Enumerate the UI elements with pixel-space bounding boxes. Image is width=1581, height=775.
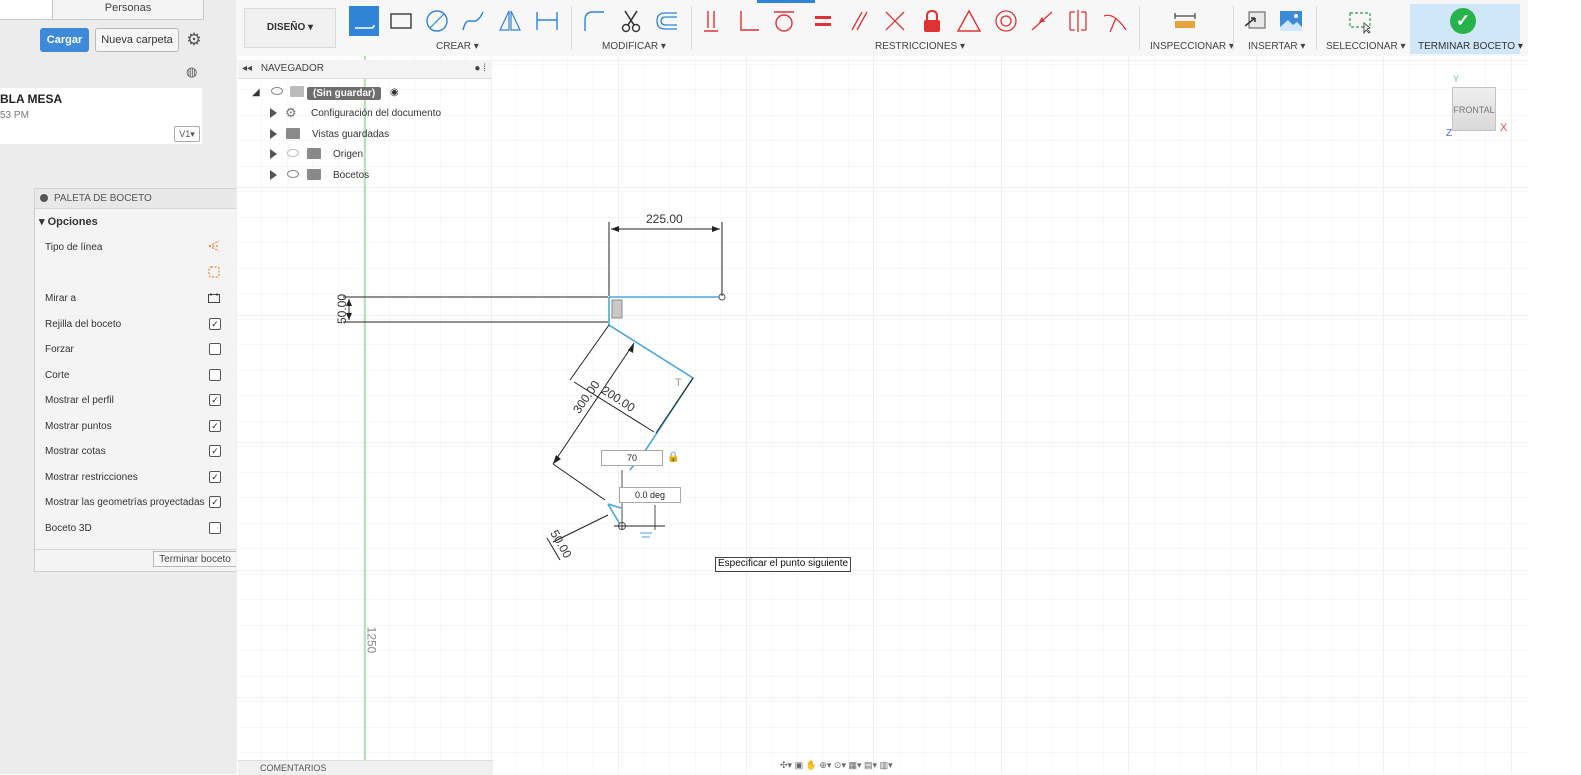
zoom-icon[interactable]: ⊕▾	[819, 760, 831, 770]
comments-title: COMENTARIOS	[260, 763, 327, 773]
navigator-item[interactable]: Origen	[238, 146, 492, 164]
viewcube[interactable]: FRONTAL	[1452, 87, 1496, 131]
navigation-toolbar[interactable]: ✣▾ ▣ ✋ ⊕▾ ⊙▾ ▦▾ ▤▾ ▥▾	[780, 760, 980, 774]
navigator-title: NAVEGADOR	[260, 63, 324, 74]
pan-icon[interactable]: ✋	[806, 760, 817, 770]
folder-icon	[307, 148, 321, 159]
expand-triangle-icon[interactable]	[270, 149, 277, 159]
activate-icon[interactable]: ◉	[390, 87, 399, 98]
eye-icon[interactable]	[271, 87, 283, 95]
navigator-item[interactable]: Vistas guardadas	[238, 126, 492, 144]
gear-icon: ⚙	[285, 105, 297, 120]
navigator-item-label: Origen	[333, 149, 364, 160]
angle-input[interactable]: 0.0 deg	[619, 487, 681, 503]
dimension-top[interactable]: 225.00	[646, 212, 683, 226]
grid-settings-icon[interactable]: ▤▾	[864, 760, 877, 770]
navigator-root-label: (Sin guardar)	[307, 87, 382, 100]
navigator-item-label: Vistas guardadas	[312, 129, 390, 140]
collapse-left-icon[interactable]: ◂◂	[242, 63, 252, 74]
collapse-triangle-icon[interactable]: ◢	[252, 87, 260, 98]
cursor-tooltip: Especificar el punto siguiente	[715, 557, 852, 572]
eye-hidden-icon[interactable]	[287, 149, 299, 157]
viewcube-axis-x: X	[1500, 122, 1508, 134]
orbit-icon[interactable]: ✣▾	[780, 760, 792, 770]
folder-icon	[286, 128, 300, 139]
viewcube-face: FRONTAL	[1453, 105, 1495, 115]
navigator-item-label: Configuración del documento	[311, 108, 442, 119]
navigator-item[interactable]: Bocetos	[238, 167, 492, 185]
dimension-vertical: 1250	[364, 626, 379, 654]
dimension-left[interactable]: 50.00	[335, 294, 349, 324]
navigator-item[interactable]: ⚙ Configuración del documento	[238, 105, 492, 123]
document-icon	[290, 86, 304, 97]
navigator-root[interactable]: ◢ (Sin guardar) ◉	[238, 84, 492, 102]
lock-icon[interactable]: 🔒	[667, 452, 679, 463]
viewcube-axis-y: Y	[1453, 74, 1460, 84]
folder-icon	[307, 169, 321, 180]
viewports-icon[interactable]: ▥▾	[880, 760, 893, 770]
navigator-header[interactable]: ◂◂ NAVEGADOR ● ⁞	[238, 60, 492, 79]
viewcube-axis-z: Z	[1446, 128, 1453, 139]
fit-icon[interactable]: ⊙▾	[834, 760, 846, 770]
navigator-options-icon[interactable]: ● ⁞	[474, 60, 486, 78]
look-at-icon[interactable]: ▣	[795, 760, 804, 770]
expand-triangle-icon[interactable]	[270, 108, 277, 118]
expand-triangle-icon[interactable]	[270, 129, 277, 139]
eye-icon[interactable]	[287, 170, 299, 178]
expand-triangle-icon[interactable]	[270, 170, 277, 180]
length-input[interactable]: 70	[601, 450, 663, 466]
svg-text:T: T	[675, 377, 682, 389]
comments-panel[interactable]: COMENTARIOS	[238, 760, 493, 775]
navigator-item-label: Bocetos	[333, 170, 370, 181]
display-settings-icon[interactable]: ▦▾	[849, 760, 862, 770]
browser-navigator: ◂◂ NAVEGADOR ● ⁞ ◢ (Sin guardar) ◉ ⚙ Con…	[238, 60, 493, 186]
